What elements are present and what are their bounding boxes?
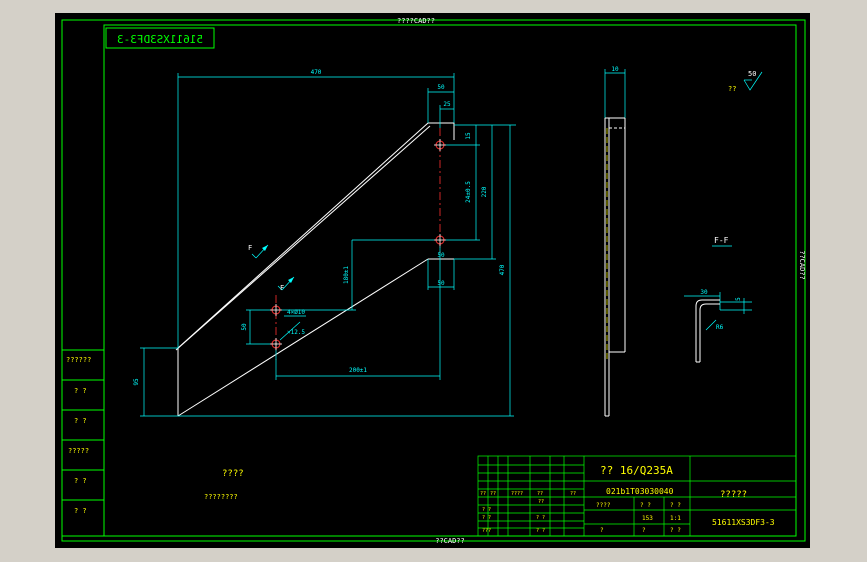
holes <box>271 140 445 349</box>
mirror-code: 51611XS3DF3-3 <box>117 33 203 46</box>
svg-text:? ?: ? ? <box>482 515 491 521</box>
dim-size-50-left: 50 <box>241 323 248 331</box>
svg-text:??: ?? <box>480 491 486 497</box>
cad-viewport[interactable]: ????CAD?? ??CAD?? ??CAD?? 51611XS3DF3-3 … <box>55 13 810 548</box>
svg-text:5: 5 <box>735 297 742 301</box>
svg-text:? ?: ? ? <box>536 515 545 521</box>
svg-text:??: ?? <box>570 491 576 497</box>
cad-drawing: ????CAD?? ??CAD?? ??CAD?? 51611XS3DF3-3 … <box>61 17 806 545</box>
svg-text:×12.5: ×12.5 <box>287 329 305 336</box>
svg-text:30: 30 <box>700 289 708 296</box>
svg-text:50: 50 <box>437 280 445 287</box>
notes-line2: ???????? <box>204 493 238 501</box>
label-f1: F <box>248 244 252 252</box>
section-label: F-F <box>714 236 729 245</box>
svg-text:? ?: ? ? <box>640 502 651 509</box>
svg-text:10: 10 <box>611 66 619 73</box>
svg-text:25: 25 <box>443 101 451 108</box>
center-lines <box>275 128 441 360</box>
roughness-value: 50 <box>748 70 756 78</box>
svg-text:220: 220 <box>481 186 488 197</box>
label-f2: F <box>280 284 284 292</box>
svg-text:? ?: ? ? <box>482 507 491 513</box>
svg-text:?: ? <box>642 527 646 534</box>
svg-text:50: 50 <box>437 252 445 259</box>
material: ?? 16/Q235A <box>600 464 673 477</box>
svg-text:180±1: 180±1 <box>343 266 350 284</box>
svg-text:? ?: ? ? <box>536 528 545 534</box>
roughness-q: ?? <box>728 85 736 93</box>
part-code: 51611XS3DF3-3 <box>712 518 775 527</box>
svg-text:????: ???? <box>511 491 523 497</box>
left-col-5: ? ? <box>74 477 87 485</box>
left-col-3: ? ? <box>74 417 87 425</box>
svg-text:1:1: 1:1 <box>670 515 681 522</box>
title-right: ??CAD?? <box>798 250 806 280</box>
title-top: ????CAD?? <box>397 17 435 25</box>
svg-text:?: ? <box>600 527 604 534</box>
left-col-6: ? ? <box>74 507 87 515</box>
svg-text:95: 95 <box>133 378 140 386</box>
svg-text:????: ???? <box>596 502 611 509</box>
side-view <box>604 117 626 417</box>
svg-text:??: ?? <box>538 499 544 505</box>
svg-text:15: 15 <box>465 132 472 140</box>
svg-text:470: 470 <box>311 69 322 76</box>
svg-text:200±1: 200±1 <box>349 367 367 374</box>
title-block-texts: ?? 16/Q235A 021b1T03030040 ????? 51611XS… <box>480 464 775 534</box>
svg-text:50: 50 <box>437 84 445 91</box>
svg-text:? ?: ? ? <box>670 527 681 534</box>
outer-frame <box>61 19 806 542</box>
svg-text:? ?: ? ? <box>670 502 681 509</box>
part-name: ????? <box>720 490 747 500</box>
left-col-2: ? ? <box>74 387 87 395</box>
left-column: ?????? ? ? ? ? ????? ? ? ? ? <box>61 349 105 537</box>
left-col-4: ????? <box>68 447 89 455</box>
dimension-lines <box>140 69 763 417</box>
svg-text:24±0.5: 24±0.5 <box>465 181 472 203</box>
svg-text:R6: R6 <box>716 324 724 331</box>
svg-text:??: ?? <box>537 491 543 497</box>
svg-text:???: ??? <box>482 528 491 534</box>
left-col-1: ?????? <box>66 356 91 364</box>
title-bottom: ??CAD?? <box>435 537 465 545</box>
notes-line1: ???? <box>222 469 244 479</box>
svg-text:153: 153 <box>642 515 653 522</box>
svg-text:??: ?? <box>490 491 496 497</box>
main-part <box>175 122 455 417</box>
drawing-no: 021b1T03030040 <box>606 487 674 496</box>
svg-text:470: 470 <box>499 264 506 275</box>
dimension-texts: 470 50 25 15 24±0.5 220 470 180±1 50 50 … <box>133 66 742 386</box>
svg-text:4×Ø10: 4×Ø10 <box>287 309 305 316</box>
section-ff <box>695 299 720 363</box>
